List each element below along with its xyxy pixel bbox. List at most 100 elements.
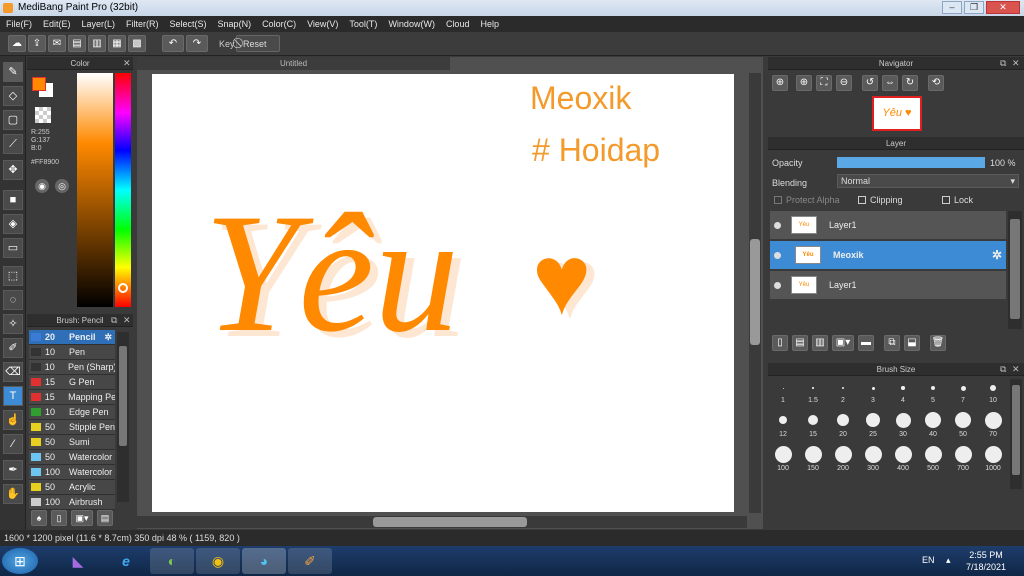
move-tool-icon[interactable]: ✥	[3, 160, 23, 180]
text-tool-icon[interactable]: T	[3, 386, 23, 406]
language-indicator[interactable]: EN	[922, 555, 935, 565]
brush-size-cell[interactable]: 70	[978, 409, 1008, 443]
brush-item[interactable]: 50 Stipple Pen	[29, 420, 115, 435]
operation-tool-icon[interactable]: ☝	[3, 410, 23, 430]
brush-size-cell[interactable]: 25	[858, 409, 888, 443]
float-icon[interactable]: ⧉	[1000, 58, 1006, 69]
tray-expand-icon[interactable]: ▴	[946, 555, 951, 566]
menu-cloud[interactable]: Cloud	[446, 19, 470, 29]
lasso-tool-icon[interactable]: ◌	[3, 290, 23, 310]
new-layer-icon[interactable]: ▯	[772, 335, 788, 351]
brush-size-cell[interactable]: 150	[798, 443, 828, 477]
brush-size-cell[interactable]: 1.5	[798, 379, 828, 409]
redo-button[interactable]: ↷	[186, 35, 208, 52]
magic-wand-icon[interactable]: ✧	[3, 314, 23, 334]
coccoc-icon[interactable]: ◐	[150, 548, 194, 574]
line-tool-icon[interactable]: ⟋	[3, 134, 23, 154]
brush-size-cell[interactable]: 20	[828, 409, 858, 443]
note-icon[interactable]: ▤	[68, 35, 86, 52]
close-icon[interactable]: ✕	[123, 315, 131, 326]
paint-icon[interactable]: ✐	[288, 548, 332, 574]
gear-icon[interactable]: ✲	[104, 332, 112, 343]
hue-slider[interactable]	[115, 73, 131, 307]
close-icon[interactable]: ✕	[123, 58, 131, 69]
close-button[interactable]: ✕	[986, 1, 1020, 14]
brush-item[interactable]: 50 Sumi	[29, 435, 115, 450]
dot-tool-icon[interactable]: ▢	[3, 110, 23, 130]
canvas-tab[interactable]: Untitled	[137, 57, 450, 70]
zoom-out-icon[interactable]: ⊖	[836, 75, 852, 91]
layer-row[interactable]: Yêu Meoxik ✲	[770, 241, 1006, 270]
maximize-button[interactable]: ❐	[964, 1, 984, 14]
brush-size-cell[interactable]: 15	[798, 409, 828, 443]
medibang-icon[interactable]: ◕	[242, 548, 286, 574]
foreground-color-swatch[interactable]	[32, 77, 46, 91]
float-icon[interactable]: ⧉	[1000, 364, 1006, 375]
clock[interactable]: 2:55 PM 7/18/2021	[958, 549, 1014, 573]
visual-studio-icon[interactable]: ◣	[56, 548, 100, 574]
brush-size-cell[interactable]: 2	[828, 379, 858, 409]
clipping-checkbox[interactable]: Clipping	[858, 195, 903, 205]
close-icon[interactable]: ✕	[1012, 58, 1020, 69]
new-halftone-layer-icon[interactable]: ▤	[792, 335, 808, 351]
select-pen-icon[interactable]: ✐	[3, 338, 23, 358]
menu-help[interactable]: Help	[480, 19, 499, 29]
undo-button[interactable]: ↶	[162, 35, 184, 52]
brush-scrollbar[interactable]	[117, 332, 129, 502]
fill-rect-icon[interactable]: ■	[3, 190, 23, 210]
brush-size-cell[interactable]: 50	[948, 409, 978, 443]
merge-layer-icon[interactable]: ⬓	[904, 335, 920, 351]
vertical-scrollbar[interactable]	[749, 73, 761, 513]
brush-size-cell[interactable]: 5	[918, 379, 948, 409]
add-brush-icon[interactable]: ♠	[31, 510, 47, 526]
blending-select[interactable]: Normal ▾	[837, 174, 1019, 188]
add-layer-menu-icon[interactable]: ▣▾	[832, 335, 854, 351]
brush-size-cell[interactable]: 40	[918, 409, 948, 443]
protect-alpha-checkbox[interactable]: Protect Alpha	[774, 195, 840, 205]
transparent-swatch[interactable]	[35, 107, 51, 123]
color-value-slider[interactable]	[77, 73, 113, 307]
new-8bit-layer-icon[interactable]: ▥	[812, 335, 828, 351]
visibility-icon[interactable]	[774, 221, 781, 229]
brush-item[interactable]: 15 G Pen	[29, 375, 115, 390]
brush-settings-icon[interactable]: ▤	[97, 510, 113, 526]
eyedropper2-icon[interactable]: ✒	[3, 460, 23, 480]
rotate-right-icon[interactable]: ↻	[902, 75, 918, 91]
comment-icon[interactable]: ✉	[48, 35, 66, 52]
bucket-tool-icon[interactable]: ◈	[3, 214, 23, 234]
brush-item[interactable]: 10 Pen (Sharp)	[29, 360, 115, 375]
flip-icon[interactable]: ⇔	[882, 75, 898, 91]
brush-item[interactable]: 10 Edge Pen	[29, 405, 115, 420]
navigator-thumbnail[interactable]: Yêu ♥	[872, 96, 922, 131]
menu-select[interactable]: Select(S)	[170, 19, 207, 29]
brush-size-cell[interactable]: 200	[828, 443, 858, 477]
start-button[interactable]: ⊞	[2, 548, 38, 574]
zoom-in-icon[interactable]: ⊕	[772, 75, 788, 91]
brush-size-cell[interactable]: 10	[978, 379, 1008, 409]
brush-size-cell[interactable]: 100	[768, 443, 798, 477]
brush-size-cell[interactable]: 7	[948, 379, 978, 409]
new-brush-icon[interactable]: ▯	[51, 510, 67, 526]
drawing-canvas[interactable]: Meoxik # Hoidap Yêu Yêu ♥ ♥	[152, 74, 734, 512]
brush-size-cell[interactable]: 300	[858, 443, 888, 477]
minimize-button[interactable]: –	[942, 1, 962, 14]
brush-size-scrollbar[interactable]	[1010, 379, 1022, 489]
menu-snap[interactable]: Snap(N)	[218, 19, 252, 29]
hand-tool-icon[interactable]: ✋	[3, 484, 23, 504]
layer-row[interactable]: Yêu Layer1	[770, 211, 1006, 240]
brush-tool-icon[interactable]: ✎	[3, 62, 23, 82]
page-icon[interactable]: ▥	[88, 35, 106, 52]
delete-layer-icon[interactable]: 🗑	[930, 335, 946, 351]
horizontal-scrollbar[interactable]	[137, 516, 747, 528]
brush-size-cell[interactable]: 500	[918, 443, 948, 477]
eyedropper-tool-icon[interactable]: ⁄	[3, 434, 23, 454]
menu-filter[interactable]: Filter(R)	[126, 19, 159, 29]
zoom-in2-icon[interactable]: ⊕	[796, 75, 812, 91]
cloud-icon[interactable]: ☁	[8, 35, 26, 52]
brush-size-cell[interactable]: 3	[858, 379, 888, 409]
brush-size-cell[interactable]: 1	[768, 379, 798, 409]
menu-tool[interactable]: Tool(T)	[349, 19, 377, 29]
share-icon[interactable]: ⇪	[28, 35, 46, 52]
palette-icon[interactable]: ◉	[35, 179, 49, 193]
grid-icon[interactable]: ▩	[128, 35, 146, 52]
